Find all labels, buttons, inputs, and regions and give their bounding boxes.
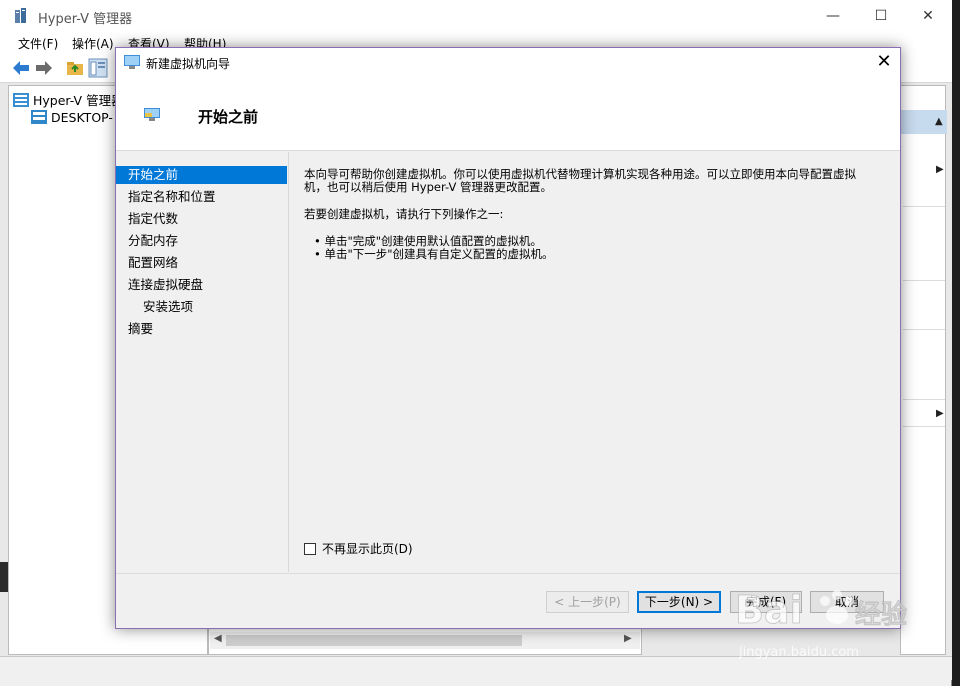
up-folder-icon[interactable] <box>65 58 85 78</box>
submenu-arrow-icon[interactable]: ▶ <box>936 164 944 175</box>
menu-file[interactable]: 文件(F) <box>18 35 58 52</box>
tree-node-label: Hyper-V 管理器 <box>33 93 124 108</box>
actions-divider <box>903 399 945 400</box>
wizard-close-button[interactable]: ✕ <box>872 50 896 74</box>
checkbox-box[interactable] <box>304 543 316 555</box>
step-installation-options[interactable]: 安装选项 <box>116 298 287 316</box>
vm-monitor-icon <box>124 55 140 69</box>
step-summary[interactable]: 摘要 <box>116 320 287 338</box>
step-before-you-begin[interactable]: 开始之前 <box>116 166 287 184</box>
hyperv-app-icon <box>15 8 26 23</box>
scroll-left-icon[interactable]: ◀ <box>214 633 222 644</box>
submenu-arrow-icon[interactable]: ▶ <box>936 408 944 419</box>
baidu-watermark: Bai 经验 jingyan.baidu.com <box>733 575 913 665</box>
mmc-title-bar: Hyper-V 管理器 — ☐ ✕ <box>0 0 952 31</box>
left-edge-strip <box>0 562 8 592</box>
maximize-button[interactable]: ☐ <box>858 4 904 28</box>
instruction-text: 若要创建虚拟机，请执行下列操作之一: <box>304 207 504 221</box>
step-virtual-hard-disk[interactable]: 连接虚拟硬盘 <box>116 276 287 294</box>
step-name-and-location[interactable]: 指定名称和位置 <box>116 188 287 206</box>
vm-monitor-icon <box>144 108 160 121</box>
baidu-logo-icon: Bai 经验 <box>735 588 908 633</box>
svg-text:经验: 经验 <box>855 599 907 630</box>
forward-arrow-icon[interactable] <box>34 58 54 78</box>
actions-divider <box>903 206 945 207</box>
minimize-button[interactable]: — <box>810 4 856 28</box>
mmc-title: Hyper-V 管理器 <box>38 12 133 27</box>
new-vm-wizard-dialog: 新建虚拟机向导 ✕ 开始之前 开始之前 指定名称和位置 指定代数 分配内存 配置… <box>115 47 901 629</box>
menu-action[interactable]: 操作(A) <box>72 35 114 52</box>
step-memory[interactable]: 分配内存 <box>116 232 287 250</box>
wizard-title-bar: 新建虚拟机向导 ✕ <box>116 48 900 76</box>
host-computer-icon <box>31 110 47 124</box>
horizontal-scrollbar[interactable]: ◀ ▶ <box>210 632 640 649</box>
watermark-url: jingyan.baidu.com <box>739 645 859 660</box>
steps-divider <box>288 152 289 572</box>
next-button[interactable]: 下一步(N) > <box>637 591 721 613</box>
collapse-up-icon[interactable]: ▲ <box>935 116 943 127</box>
bullet-next: • 单击"下一步"创建具有自定义配置的虚拟机。 <box>314 247 554 261</box>
actions-divider <box>903 426 945 427</box>
close-button[interactable]: ✕ <box>905 4 951 28</box>
actions-divider <box>903 280 945 281</box>
scroll-right-icon[interactable]: ▶ <box>624 633 632 644</box>
actions-pane: ▲ ▶ ▶ <box>900 85 947 655</box>
intro-text-line2: 机，也可以稍后使用 Hyper-V 管理器更改配置。 <box>304 180 552 194</box>
wizard-steps-list: 开始之前 指定名称和位置 指定代数 分配内存 配置网络 连接虚拟硬盘 安装选项 … <box>116 166 287 558</box>
show-hide-tree-icon[interactable] <box>88 58 108 78</box>
back-arrow-icon[interactable] <box>11 58 31 78</box>
tree-node-hyperv-manager[interactable]: Hyper-V 管理器 <box>13 90 124 109</box>
dont-show-again-label: 不再显示此页(D) <box>322 542 413 556</box>
wizard-header: 开始之前 <box>116 76 900 151</box>
scroll-thumb[interactable] <box>226 635 522 646</box>
step-networking[interactable]: 配置网络 <box>116 254 287 272</box>
tree-node-label: DESKTOP- <box>51 110 113 125</box>
actions-divider <box>903 329 945 330</box>
dont-show-again-checkbox[interactable]: 不再显示此页(D) <box>304 540 413 557</box>
wizard-page-title: 开始之前 <box>198 108 259 126</box>
wizard-title: 新建虚拟机向导 <box>146 57 231 71</box>
server-list-icon <box>13 93 29 107</box>
svg-text:Bai: Bai <box>735 588 803 632</box>
wizard-content: 本向导可帮助你创建虚拟机。你可以使用虚拟机代替物理计算机实现各种用途。可以立即使… <box>304 168 894 261</box>
tree-node-desktop[interactable]: DESKTOP- <box>31 110 113 125</box>
step-generation[interactable]: 指定代数 <box>116 210 287 228</box>
previous-button[interactable]: < 上一步(P) <box>546 591 629 613</box>
